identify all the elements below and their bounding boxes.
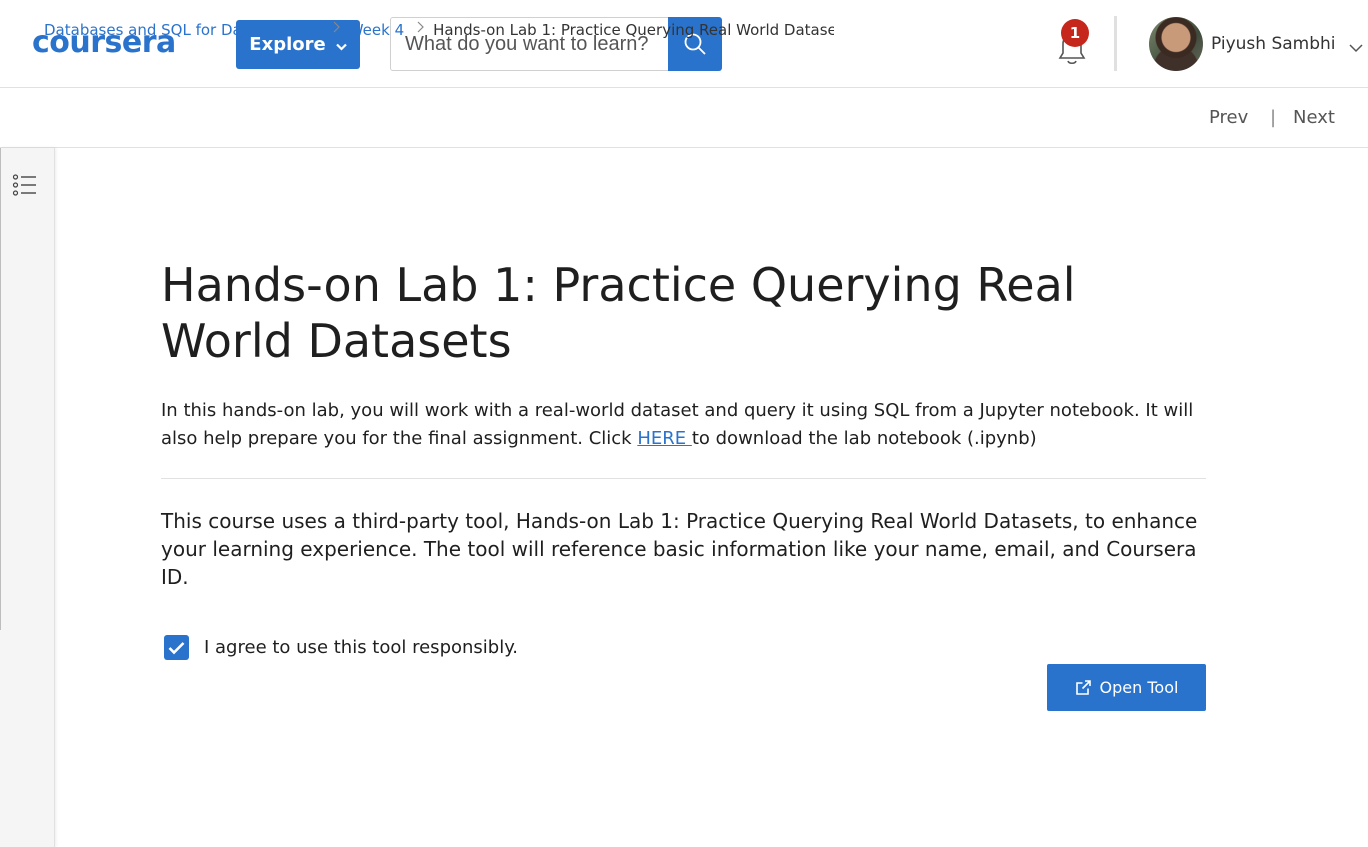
intro-text: In this hands-on lab, you will work with… <box>161 397 1211 453</box>
divider <box>161 478 1206 479</box>
download-link[interactable]: HERE <box>637 428 692 449</box>
third-party-notice: This course uses a third-party tool, Han… <box>161 509 1198 589</box>
breadcrumb-course[interactable]: Databases and SQL for Data Science <box>44 20 320 40</box>
intro-text-end: to download the lab notebook (.ipynb) <box>691 428 1037 449</box>
open-tool-button[interactable]: Open Tool <box>1047 664 1206 711</box>
checkmark-icon <box>168 641 185 654</box>
header-divider <box>1114 16 1117 71</box>
page-title: Hands-on Lab 1: Practice Querying Real W… <box>161 258 1076 368</box>
user-name[interactable]: Piyush Sambhi <box>1211 33 1336 55</box>
top-header: coursera Explore 1 Piyush Sambhi <box>0 0 1368 88</box>
breadcrumb-week[interactable]: Week 4 <box>349 20 404 40</box>
breadcrumb-bar <box>0 88 1368 148</box>
breadcrumb: Databases and SQL for Data Science Week … <box>44 20 834 40</box>
left-rail <box>0 148 55 847</box>
rail-border <box>0 148 1 630</box>
avatar[interactable] <box>1149 17 1203 71</box>
external-link-icon <box>1075 680 1091 695</box>
prev-button[interactable]: Prev <box>1209 107 1248 129</box>
chevron-right-icon <box>333 20 340 40</box>
next-button[interactable]: Next <box>1293 107 1335 129</box>
agree-label[interactable]: I agree to use this tool responsibly. <box>204 636 518 660</box>
chevron-down-icon[interactable] <box>1349 38 1363 57</box>
breadcrumb-current: Hands-on Lab 1: Practice Querying Real W… <box>433 21 834 39</box>
agree-checkbox[interactable] <box>164 635 189 660</box>
nav-separator: | <box>1270 107 1277 128</box>
chevron-down-icon <box>335 40 347 54</box>
notification-badge: 1 <box>1061 19 1089 47</box>
chevron-right-icon <box>417 20 425 40</box>
table-of-contents-icon[interactable] <box>12 172 38 198</box>
open-tool-label: Open Tool <box>1099 678 1179 697</box>
